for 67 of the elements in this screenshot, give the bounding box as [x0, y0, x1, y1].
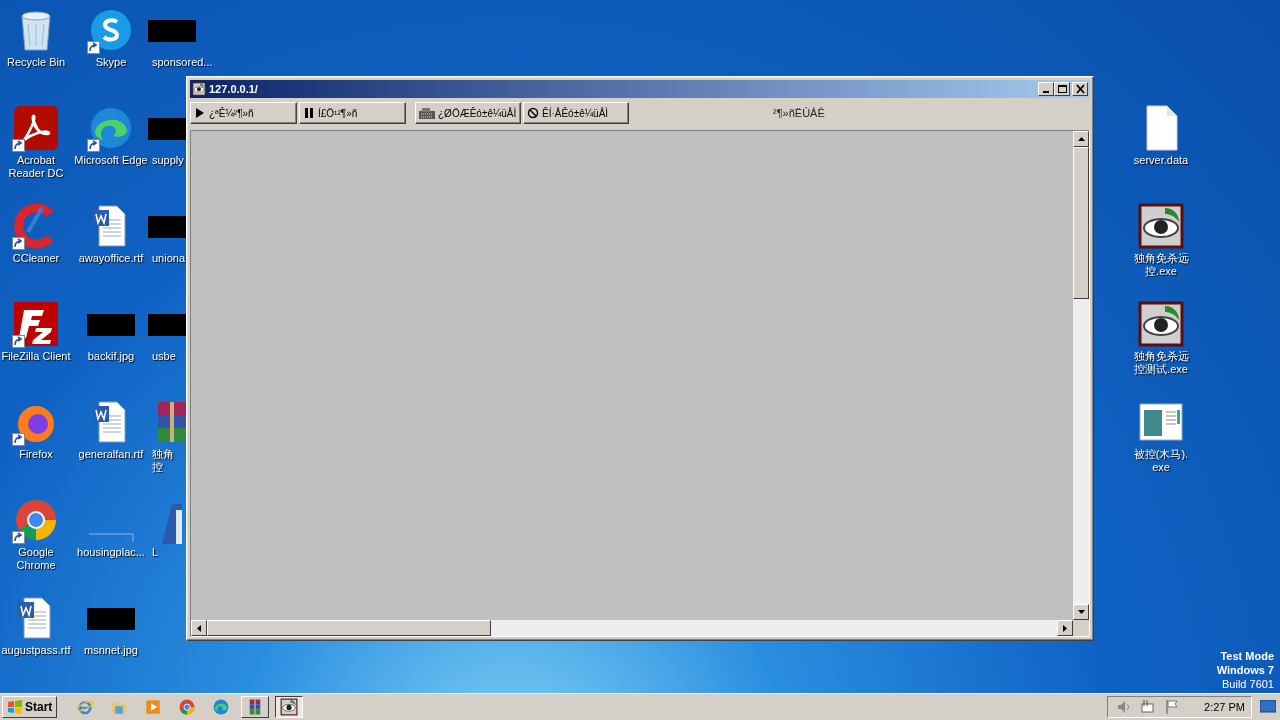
app-icon — [162, 504, 182, 544]
system-notice: Windows 7 — [1216, 663, 1274, 677]
icon-label[interactable]: 独角免杀远控测试.exe — [1131, 350, 1191, 376]
icon-label[interactable]: Microsoft Edge — [74, 154, 148, 167]
icon-label[interactable]: uniona — [148, 252, 186, 265]
system-notice: Build 7601 — [1222, 677, 1274, 691]
filezilla-icon — [12, 300, 60, 348]
icon-label[interactable]: 被控(木马).exe — [1131, 448, 1191, 474]
icon-label[interactable]: CCleaner — [12, 252, 60, 265]
icon-label[interactable]: Acrobat Reader DC — [0, 154, 74, 180]
taskbar-window-button[interactable] — [275, 696, 304, 718]
icon-label[interactable]: supply — [148, 154, 184, 167]
toolbar-button[interactable]: Í£Ö¹²¶»ñ — [299, 102, 406, 124]
icon-label[interactable]: usbe — [148, 350, 176, 363]
system-notice: Test Mode — [1220, 649, 1274, 663]
no-entry-icon — [527, 107, 539, 119]
icon-label[interactable]: Recycle Bin — [6, 56, 66, 69]
clock[interactable]: 2:27 PM — [1188, 698, 1245, 716]
icon-label[interactable]: housingplac... — [77, 546, 145, 559]
icon-label[interactable]: sponsored... — [148, 56, 213, 69]
icon-label[interactable]: 独角控 — [148, 448, 174, 474]
keyboard-icon — [419, 107, 435, 119]
vertical-scrollbar[interactable] — [1073, 131, 1089, 620]
play-icon — [194, 107, 206, 119]
down-arrow-icon — [1077, 610, 1085, 614]
windows-logo-icon — [7, 700, 23, 714]
eye-icon — [280, 698, 299, 716]
eye-icon — [1137, 202, 1185, 250]
icon-label[interactable]: L — [148, 546, 159, 559]
maximize-button[interactable] — [1054, 82, 1070, 96]
acrobat-icon — [12, 104, 60, 152]
icon-label[interactable]: Skype — [95, 56, 127, 69]
chrome-icon — [178, 698, 197, 716]
rate-label: ²¶»ñËÙÂÊ — [773, 105, 825, 121]
icon-label[interactable]: augustpass.rtf — [1, 644, 71, 657]
maximize-icon — [1056, 84, 1068, 94]
flag-icon[interactable] — [1164, 699, 1181, 715]
network-icon[interactable] — [1140, 699, 1157, 715]
up-arrow-icon — [1077, 137, 1085, 141]
right-arrow-icon — [1063, 624, 1067, 632]
icon-label[interactable]: generalfan.rtf — [78, 448, 144, 461]
edge-icon — [212, 698, 231, 716]
pause-icon — [303, 107, 315, 119]
close-button[interactable] — [1072, 82, 1088, 96]
icon-label[interactable]: FileZilla Client — [1, 350, 71, 363]
left-arrow-icon — [197, 624, 201, 632]
icon-label[interactable]: Google Chrome — [0, 546, 74, 572]
toolbar-button[interactable]: ¿ØÖÆÊó±ê¼üÅÌ — [415, 102, 521, 124]
horizontal-scrollbar[interactable] — [191, 620, 1073, 636]
eye-icon — [1137, 300, 1185, 348]
toolbar-button[interactable]: ¿ªÊ¼²¶»ñ — [190, 102, 297, 124]
eye-icon — [192, 82, 206, 96]
icon-label[interactable]: 独角免杀远控.exe — [1131, 252, 1191, 278]
icon-label[interactable]: server.data — [1131, 154, 1191, 167]
minimize-button[interactable] — [1038, 82, 1054, 96]
icon-label[interactable]: Firefox — [19, 448, 53, 461]
start-button[interactable]: Start — [2, 696, 58, 718]
blank-file-icon — [87, 532, 135, 544]
window-title: 127.0.0.1/ — [209, 81, 258, 97]
icon-label[interactable]: awayoffice.rtf — [78, 252, 144, 265]
icon-label[interactable]: backif.jpg — [87, 350, 135, 363]
internet-explorer-icon — [76, 698, 95, 716]
toolbar-button[interactable]: ÊÍ·ÅÊó±ê¼üÅÌ — [523, 102, 629, 124]
close-icon — [1074, 84, 1086, 94]
icon-label[interactable]: msnnet.jpg — [84, 644, 138, 657]
media-player-icon — [144, 698, 163, 716]
minimize-icon — [1043, 91, 1049, 93]
